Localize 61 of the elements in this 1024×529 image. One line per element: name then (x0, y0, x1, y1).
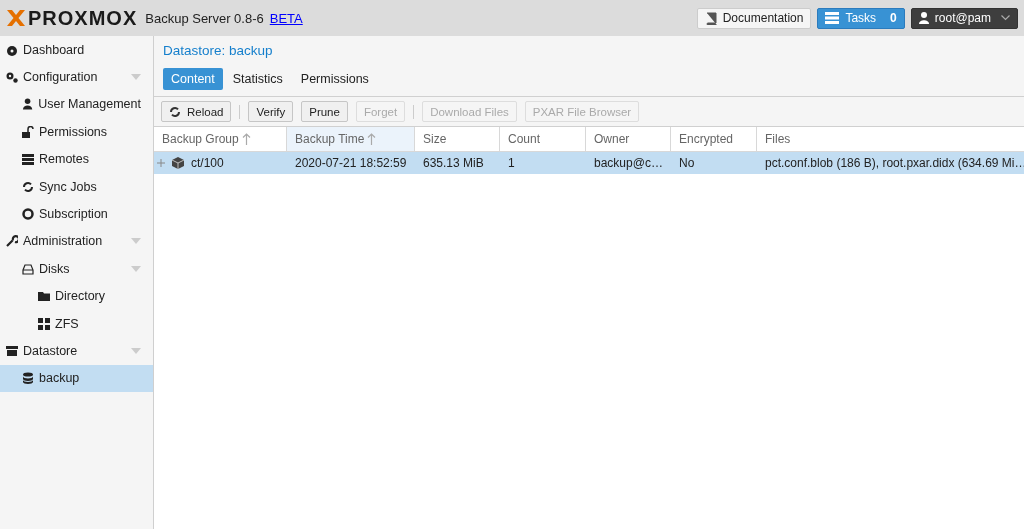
column-header[interactable]: Files (757, 127, 1024, 151)
expand-triangle-icon (131, 348, 141, 354)
grid-icon (38, 317, 50, 330)
product-version: Backup Server 0.8-6 (145, 10, 264, 26)
expand-triangle-icon (131, 238, 141, 245)
toolbar-button[interactable]: Prune (301, 101, 348, 122)
column-header[interactable]: Size (415, 127, 500, 151)
documentation-button[interactable]: Documentation (696, 7, 812, 29)
column-header[interactable]: Backup Time (287, 127, 415, 151)
beta-link[interactable]: BETA (269, 10, 303, 26)
expand-triangle-icon (131, 265, 141, 272)
sidebar-item[interactable]: ZFS (0, 309, 153, 338)
table-cell: 635.13 MiB (423, 156, 484, 170)
sidebar-item[interactable]: Configuration (0, 63, 153, 91)
user-icon (22, 98, 34, 111)
sort-arrow-icon (241, 133, 251, 145)
wrench-icon (6, 235, 18, 248)
panel-title: Datastore: backup (162, 42, 274, 60)
sidebar-item[interactable]: Remotes (0, 145, 153, 173)
sidebar-item[interactable]: Sync Jobs (0, 172, 153, 201)
toolbar-button[interactable]: Reload (161, 101, 232, 122)
sidebar-item[interactable]: Dashboard (0, 36, 153, 64)
user-menu[interactable]: root@pam (910, 7, 1018, 29)
sidebar-item[interactable]: Administration (0, 227, 153, 256)
table-cell: ct/100 (191, 156, 224, 170)
user-icon (918, 12, 929, 24)
sort-arrow-icon (367, 133, 377, 145)
drive-icon (22, 262, 34, 275)
logo-wordmark: PROXMOX (28, 6, 138, 30)
table-row[interactable]: ct/100 2020-07-21 18:52:59 635.13 MiB 1 backup@c… No pct.conf.blob (186 B), root.pxar.didx (634.69 Mi… (154, 152, 1024, 174)
table-cell: 2020-07-21 18:52:59 (295, 156, 407, 170)
tab[interactable]: Permissions (292, 68, 377, 90)
tab[interactable]: Statistics (224, 68, 291, 90)
table-cell: pct.conf.blob (186 B), root.pxar.didx (634.69 Mi… (765, 156, 1024, 170)
table-cell: 1 (508, 156, 515, 170)
column-header[interactable]: Count (500, 127, 586, 151)
toolbar-button[interactable]: Verify (248, 101, 294, 122)
sync-icon (22, 180, 34, 193)
list-icon (825, 12, 840, 24)
sidebar-item[interactable]: Permissions (0, 118, 153, 146)
cube-icon (171, 156, 185, 170)
database-icon (22, 372, 34, 385)
sidebar-item[interactable]: Directory (0, 282, 153, 310)
sidebar-item[interactable]: Disks (0, 255, 153, 283)
column-header[interactable]: Owner (586, 127, 671, 151)
sidebar-item[interactable]: backup (0, 364, 153, 393)
chevron-down-icon (1001, 15, 1010, 21)
archive-icon (6, 345, 18, 357)
sidebar-item[interactable]: Datastore (0, 337, 153, 365)
folder-icon (38, 290, 50, 303)
table-cell: No (679, 156, 695, 170)
table-cell: backup@c… (594, 156, 663, 170)
sidebar-item[interactable]: User Management (0, 90, 153, 119)
expand-triangle-icon (131, 74, 141, 81)
server-list-icon (22, 153, 34, 166)
expand-toggle[interactable] (157, 159, 165, 167)
column-header[interactable]: Encrypted (671, 127, 757, 151)
unlock-icon (22, 125, 34, 138)
x-logo-icon (6, 9, 26, 27)
sidebar-item[interactable]: Subscription (0, 200, 153, 228)
refresh-icon (169, 105, 181, 118)
